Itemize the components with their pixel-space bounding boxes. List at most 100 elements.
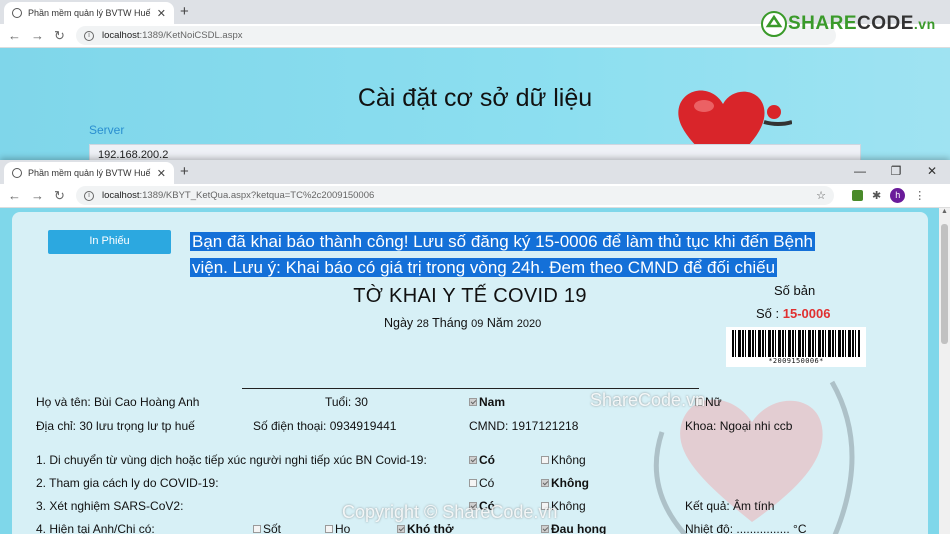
declaration-card: In Phiếu Bạn đã khai báo thành công! Lưu… [12,212,928,534]
gender-male-checkbox[interactable] [469,398,477,406]
puzzle-icon[interactable]: ✱ [872,189,881,202]
bookmark-star-icon[interactable]: ☆ [816,189,826,202]
success-alert: Bạn đã khai báo thành công! Lưu số đăng … [190,229,876,281]
q1-no-label: Không [551,453,586,467]
q2-yes-checkbox[interactable] [469,479,477,487]
temperature: Nhiệt độ: ................ °C [685,522,807,534]
logo-share: SHARE [788,13,858,34]
print-button[interactable]: In Phiếu [48,230,171,254]
avatar[interactable]: h [890,188,906,203]
url-host: localhost [102,30,140,41]
restore-icon[interactable]: ❐ [878,160,914,184]
tab-strip: Phần mềm quản lý BVTW Huế ✕ + — ❐ ✕ [0,160,950,184]
tab-title: Phần mềm quản lý BVTW Huế [28,8,151,18]
scroll-thumb[interactable] [941,224,948,344]
address-bar[interactable]: i localhost:1389/KetNoiCSDL.aspx [76,26,836,45]
extension-icon[interactable] [852,190,863,201]
barcode-bars [732,330,860,357]
reload-icon[interactable]: ↻ [54,28,65,44]
q2-no: Không [541,476,589,490]
window-controls: — ❐ ✕ [842,160,950,184]
symptom-breath: Khó thở [397,522,454,534]
date-ngay-label: Ngày [384,316,414,330]
q2-no-label: Không [551,476,589,490]
close-tab-icon[interactable]: ✕ [157,7,166,20]
new-tab-button[interactable]: + [180,163,189,180]
info-icon[interactable]: i [84,30,94,41]
url-path: :1389/KBYT_KetQua.aspx?ketqua=TC%2c20091… [139,190,375,201]
symptom-fever-checkbox[interactable] [253,525,261,533]
front-browser-window: Phần mềm quản lý BVTW Huế ✕ + — ❐ ✕ ← → … [0,160,950,534]
health-declaration-page: In Phiếu Bạn đã khai báo thành công! Lưu… [0,208,950,534]
scroll-up-icon[interactable]: ▲ [939,208,950,215]
q1-yes: Có [469,453,495,467]
url-path: :1389/KetNoiCSDL.aspx [139,30,243,41]
forward-icon[interactable]: → [31,28,44,43]
close-window-icon[interactable]: ✕ [914,160,950,184]
registration-number: Số : 15-0006 [756,306,830,321]
patient-cmnd: CMND: 1917121218 [469,419,579,433]
q1-yes-label: Có [479,453,495,467]
url-host: localhost [102,190,140,201]
watermark-center: ShareCode.vn [590,390,706,410]
globe-icon [12,8,22,18]
q2-yes: Có [469,476,494,490]
nav-buttons: ← → ↻ [0,28,76,44]
gender-female-label: Nữ [705,395,722,409]
question-2: 2. Tham gia cách ly do COVID-19: [36,476,219,490]
q1-no: Không [541,453,586,467]
symptom-cough-label: Ho [335,522,351,534]
symptom-breath-checkbox[interactable] [397,525,405,533]
test-result: Kết quả: Âm tính [685,499,775,513]
date-day: 28 [416,318,429,330]
logo-code: CODE [857,13,914,34]
symptom-fever: Sốt [253,522,281,534]
patient-name: Họ và tên: Bùi Cao Hoàng Anh [36,395,200,409]
server-input[interactable]: 192.168.200.2 [89,144,861,160]
q1-no-checkbox[interactable] [541,456,549,464]
page-scrollbar[interactable]: ▲ [939,208,950,534]
logo-vn: .vn [913,16,936,32]
so-label: Số : [756,306,780,321]
date-year: 2020 [516,318,542,330]
gender-male: Nam [469,395,505,409]
q2-yes-label: Có [479,476,495,490]
alert-line-2: viện. Lưu ý: Khai báo có giá trị trong v… [190,258,778,277]
divider-line [242,388,699,389]
menu-icon[interactable]: ⋮ [914,189,925,202]
browser-tab[interactable]: Phần mềm quản lý BVTW Huế ✕ [4,162,174,184]
new-tab-button[interactable]: + [180,3,189,20]
alert-line-1: Bạn đã khai báo thành công! Lưu số đăng … [190,232,815,251]
close-tab-icon[interactable]: ✕ [157,167,166,180]
symptom-fever-label: Sốt [263,522,282,534]
info-icon[interactable]: i [84,190,94,201]
date-month: 09 [471,318,484,330]
barcode: *2009150006* [726,327,866,367]
symptom-breath-label: Khó thở [407,522,454,534]
nav-buttons: ← → ↻ [0,188,76,204]
barcode-text: *2009150006* [768,357,824,365]
forward-icon[interactable]: → [31,188,44,203]
back-icon[interactable]: ← [8,28,21,43]
symptom-cough: Ho [325,522,350,534]
symptom-throat: Đau họng [541,522,606,534]
symptom-cough-checkbox[interactable] [325,525,333,533]
minimize-icon[interactable]: — [842,160,878,184]
tab-title: Phần mềm quản lý BVTW Huế [28,168,151,178]
browser-toolbar: ← → ↻ i localhost:1389/KBYT_KetQua.aspx?… [0,184,950,208]
recycle-logo-icon [761,11,787,37]
back-browser-window: Phần mềm quản lý BVTW Huế ✕ + ← → ↻ i lo… [0,0,950,160]
reload-icon[interactable]: ↻ [54,188,65,204]
globe-icon [12,168,22,178]
db-settings-page: Cài đặt cơ sở dữ liệu Server 192.168.200… [0,48,950,160]
patient-age: Tuổi: 30 [325,395,368,409]
back-icon[interactable]: ← [8,188,21,203]
symptom-throat-checkbox[interactable] [541,525,549,533]
symptom-throat-label: Đau họng [551,522,607,534]
browser-tab[interactable]: Phần mềm quản lý BVTW Huế ✕ [4,2,174,24]
address-bar[interactable]: i localhost:1389/KBYT_KetQua.aspx?ketqua… [76,186,834,205]
sharecode-logo: SHARE CODE .vn [760,8,950,40]
so-ban-label: Số bản [774,283,816,298]
q1-yes-checkbox[interactable] [469,456,477,464]
q2-no-checkbox[interactable] [541,479,549,487]
